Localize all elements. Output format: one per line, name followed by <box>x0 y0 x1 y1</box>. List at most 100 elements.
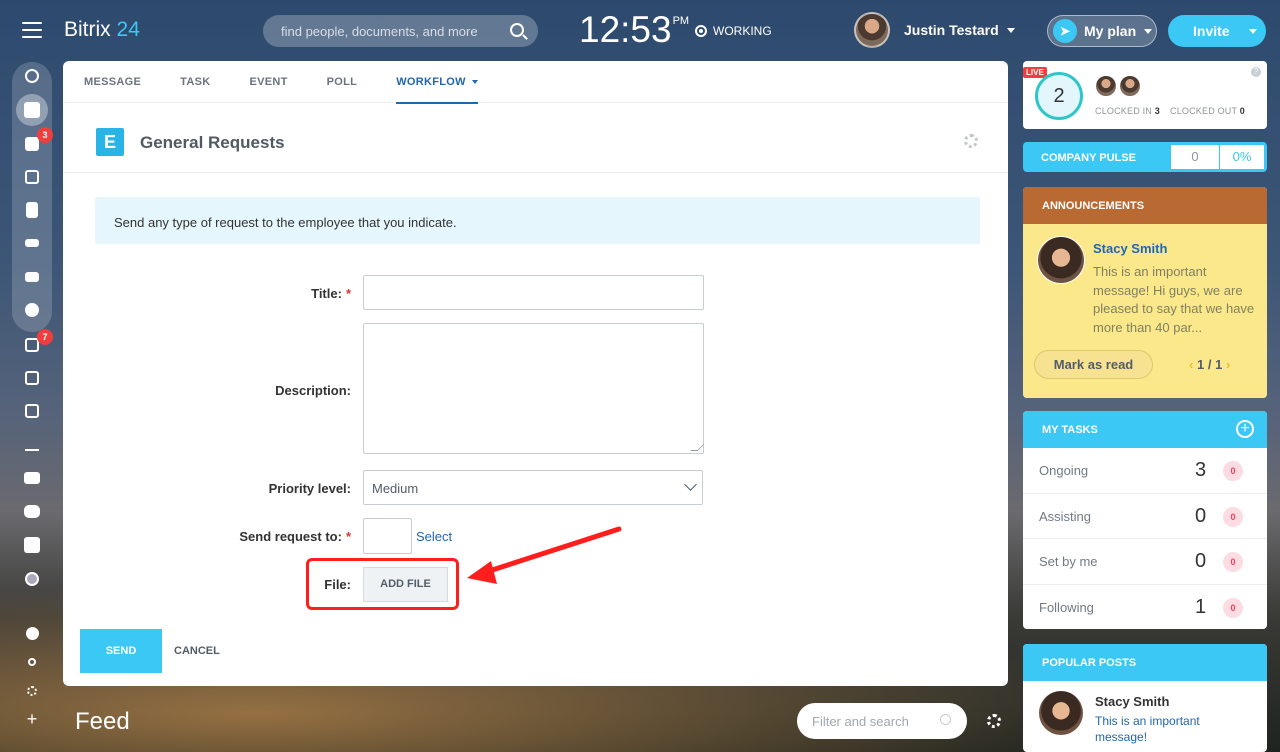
clocked-out-count: 0 <box>1239 106 1245 116</box>
sidebar-item-add[interactable]: + <box>20 707 44 731</box>
timeman-widget[interactable]: LIVE 2 CLOCKED IN 3 CLOCKED OUT 0 ? <box>1023 61 1267 129</box>
announcement-message[interactable]: This is an important message! Hi guys, w… <box>1093 263 1255 337</box>
robot-icon <box>24 504 40 518</box>
sidebar-item-sign[interactable] <box>20 432 44 456</box>
title-label-text: Title: <box>311 286 342 301</box>
announcement-body: Stacy Smith This is an important message… <box>1023 224 1267 398</box>
task-row-label: Following <box>1039 599 1094 615</box>
sidebar-item-robots[interactable] <box>20 499 44 523</box>
chevron-down-icon <box>684 478 697 491</box>
sidebar-item-mail[interactable] <box>20 265 44 289</box>
recipient-field[interactable] <box>363 518 412 554</box>
priority-label: Priority level: <box>268 481 351 496</box>
window-icon <box>25 404 39 418</box>
sidebar-item-drive[interactable] <box>20 231 44 255</box>
invite-button[interactable]: Invite <box>1168 15 1266 47</box>
mail-icon <box>25 272 39 282</box>
gear-icon[interactable] <box>964 134 978 148</box>
rocket-icon: ➤ <box>1053 19 1077 43</box>
chevron-down-icon <box>471 80 478 85</box>
sidebar-item-help[interactable] <box>20 621 44 645</box>
work-status[interactable]: WORKING <box>695 24 772 38</box>
search-placeholder: find people, documents, and more <box>281 24 478 39</box>
send-button[interactable]: SEND <box>80 629 162 673</box>
add-task-icon[interactable]: + <box>1236 420 1254 438</box>
my-tasks-title: MY TASKS <box>1042 424 1098 436</box>
select-recipient-link[interactable]: Select <box>416 529 452 544</box>
my-plan-button[interactable]: ➤ My plan <box>1047 15 1157 47</box>
company-pulse-label: COMPANY PULSE <box>1041 152 1136 164</box>
tab-event[interactable]: EVENT <box>249 61 287 103</box>
announcements-widget: ANNOUNCEMENTS Stacy Smith This is an imp… <box>1023 187 1267 398</box>
send-to-label-text: Send request to: <box>239 529 342 544</box>
clocked-out-label: CLOCKED OUT <box>1170 106 1238 116</box>
task-row-count: 3 <box>1195 459 1207 481</box>
gear-icon[interactable] <box>987 714 1001 728</box>
user-menu[interactable]: Justin Testard <box>854 12 1015 48</box>
workflow-icon: E <box>96 128 124 156</box>
tab-workflow[interactable]: WORKFLOW <box>396 61 478 104</box>
tab-task[interactable]: TASK <box>180 61 210 103</box>
pager-current: 1 <box>1196 357 1205 372</box>
tab-poll[interactable]: POLL <box>327 61 358 103</box>
tasks-badge: 7 <box>37 329 53 345</box>
sidebar-item-calendar[interactable] <box>20 165 44 189</box>
app-logo[interactable]: Bitrix 24 <box>64 18 140 42</box>
clock-ampm: PM <box>672 15 690 27</box>
priority-select[interactable]: Medium <box>363 470 703 505</box>
composer-tabs: MESSAGE TASK EVENT POLL WORKFLOW <box>63 61 1008 104</box>
company-pulse[interactable]: COMPANY PULSE 0 0% <box>1023 142 1267 172</box>
sidebar-item-more[interactable] <box>20 567 44 591</box>
sidebar-item-structure[interactable] <box>20 650 44 674</box>
sidebar-item-contacts[interactable] <box>20 466 44 490</box>
avatar <box>854 12 890 48</box>
search-icon <box>510 23 524 37</box>
user-name: Justin Testard <box>904 22 999 38</box>
gear-icon <box>27 686 37 696</box>
logo-number: 24 <box>116 18 140 41</box>
chevron-left-icon[interactable]: ‹ <box>1189 357 1193 372</box>
global-search-input[interactable]: find people, documents, and more <box>263 15 538 47</box>
my-tasks-widget: MY TASKS + Ongoing 3 0 Assisting 0 0 Set by m… <box>1023 411 1267 629</box>
title-input[interactable] <box>363 275 704 310</box>
tab-message[interactable]: MESSAGE <box>84 61 141 103</box>
sidebar-item-employees[interactable] <box>20 298 44 322</box>
send-to-label: Send request to: * <box>239 529 351 544</box>
description-label: Description: <box>275 383 351 398</box>
sidebar-item-store[interactable] <box>20 533 44 557</box>
task-row[interactable]: Assisting 0 0 <box>1023 494 1267 539</box>
chat-icon <box>25 137 39 151</box>
sidebar-item-feed[interactable] <box>20 98 44 122</box>
sidebar-item-settings[interactable] <box>20 679 44 703</box>
search-icon <box>940 714 951 725</box>
chevron-right-icon[interactable]: › <box>1226 357 1230 372</box>
clocked-avatars <box>1095 75 1143 97</box>
feed-filter-input[interactable]: Filter and search <box>797 703 967 739</box>
cancel-button[interactable]: CANCEL <box>174 645 220 657</box>
left-sidebar: 3 7 + <box>0 0 64 752</box>
help-icon[interactable]: ? <box>1251 67 1261 77</box>
popular-post-link[interactable]: This is an important message! <box>1095 713 1245 745</box>
task-row-label: Assisting <box>1039 508 1092 524</box>
sidebar-item-sites-builder[interactable] <box>20 399 44 423</box>
required-mark: * <box>345 286 351 301</box>
task-row[interactable]: Set by me 0 0 <box>1023 539 1267 585</box>
announcement-author[interactable]: Stacy Smith <box>1093 241 1167 256</box>
popular-post-author[interactable]: Stacy Smith <box>1095 694 1169 709</box>
clock[interactable]: 12:53PM <box>579 9 689 51</box>
calendar-icon <box>25 170 39 184</box>
task-row[interactable]: Following 1 0 <box>1023 585 1267 630</box>
clocked-in-label: CLOCKED IN <box>1095 106 1153 116</box>
sidebar-item-crm[interactable] <box>20 366 44 390</box>
menu-icon[interactable] <box>22 22 42 40</box>
announcement-pager: ‹ 1 / 1 › <box>1189 357 1230 372</box>
status-icon <box>695 25 707 37</box>
sidebar-item-sites[interactable] <box>20 64 44 88</box>
description-textarea[interactable] <box>363 323 704 454</box>
task-row[interactable]: Ongoing 3 0 <box>1023 448 1267 494</box>
my-plan-label: My plan <box>1084 23 1137 39</box>
building-icon <box>25 371 39 385</box>
sidebar-item-documents[interactable] <box>20 198 44 222</box>
avatar <box>1119 75 1141 97</box>
mark-as-read-button[interactable]: Mark as read <box>1034 350 1153 379</box>
